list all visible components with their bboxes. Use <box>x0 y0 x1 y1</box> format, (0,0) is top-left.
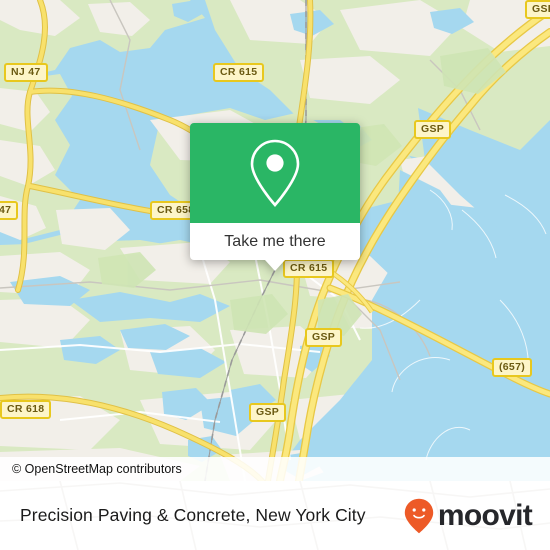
road-shield: 47 <box>0 201 19 220</box>
moovit-map-screenshot: NJ 47CR 615GSPGSP47CR 658CR 615GSP(657)C… <box>0 0 550 550</box>
road-shield: GSP <box>414 120 452 139</box>
road-shield: (657) <box>492 358 533 377</box>
popup-action-bar[interactable]: Take me there <box>190 223 360 271</box>
popup-header <box>190 123 360 223</box>
footer-bar: Precision Paving & Concrete, New York Ci… <box>0 481 550 550</box>
attribution-text: © OpenStreetMap contributors <box>12 462 182 476</box>
road-shield: CR 618 <box>0 400 52 419</box>
moovit-brand: moovit <box>404 481 533 550</box>
moovit-pin-smiley-icon <box>404 498 434 533</box>
moovit-wordmark: moovit <box>437 498 533 532</box>
place-title: Precision Paving & Concrete, New York Ci… <box>20 481 366 550</box>
road-shield: GSP <box>249 403 287 422</box>
take-me-there-label: Take me there <box>224 232 326 250</box>
place-title-text: Precision Paving & Concrete, New York Ci… <box>20 505 366 525</box>
map-pin-icon <box>250 139 300 207</box>
map-attribution: © OpenStreetMap contributors <box>0 457 550 481</box>
road-shield: CR 615 <box>283 259 335 278</box>
popup-tail <box>265 260 285 271</box>
road-shield: NJ 47 <box>4 63 48 82</box>
road-shield: GSP <box>305 328 343 347</box>
road-shield: CR 615 <box>213 63 265 82</box>
road-shield: GSP <box>525 0 550 19</box>
location-popup[interactable]: Take me there <box>190 123 360 271</box>
